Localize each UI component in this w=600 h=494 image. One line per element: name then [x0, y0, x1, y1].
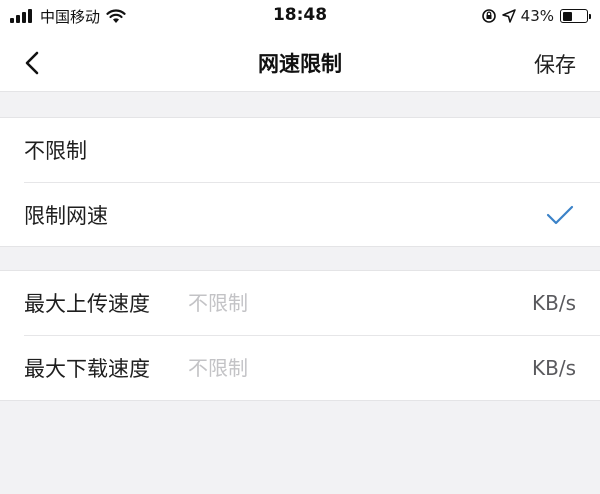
upload-unit: KB/s — [532, 291, 576, 315]
download-limit-input[interactable] — [188, 347, 532, 388]
save-button[interactable]: 保存 — [534, 49, 576, 79]
option-label: 不限制 — [24, 139, 87, 163]
location-lock-icon — [481, 9, 496, 23]
page-title: 网速限制 — [258, 52, 342, 76]
nav-bar: 网速限制 保存 — [0, 34, 600, 92]
download-limit-label: 最大下载速度 — [24, 356, 150, 381]
download-unit: KB/s — [532, 355, 576, 380]
option-limit-speed[interactable]: 限制网速 — [24, 182, 600, 246]
option-no-limit[interactable]: 不限制 — [0, 118, 600, 182]
battery-fill — [562, 11, 572, 21]
location-arrow-icon — [501, 9, 516, 23]
speed-limits-section: 最大上传速度 KB/s 最大下载速度 KB/s — [0, 270, 600, 401]
checkmark-icon — [546, 205, 574, 225]
limit-mode-section: 不限制 限制网速 — [0, 117, 600, 247]
battery-icon — [560, 9, 591, 23]
status-right: 43% — [476, 4, 591, 28]
status-bar: 中国移动 18:48 43% — [0, 0, 600, 34]
download-limit-row: 最大下载速度 KB/s — [24, 335, 600, 399]
upload-limit-label: 最大上传速度 — [24, 292, 150, 316]
upload-limit-input[interactable] — [188, 283, 532, 323]
battery-percent: 43% — [520, 7, 554, 25]
option-label: 限制网速 — [24, 203, 108, 228]
upload-limit-row: 最大上传速度 KB/s — [0, 271, 600, 335]
